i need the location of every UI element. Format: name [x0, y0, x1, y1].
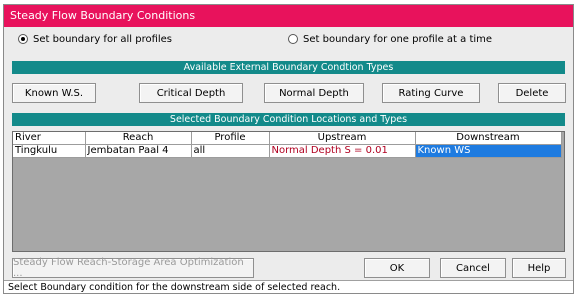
radio-one-profile[interactable]: Set boundary for one profile at a time [288, 32, 492, 46]
delete-button[interactable]: Delete [498, 83, 566, 103]
status-bar: Select Boundary condition for the downst… [4, 280, 573, 293]
title-bar: Steady Flow Boundary Conditions [4, 5, 573, 27]
column-header-profile: Profile [191, 132, 270, 145]
boundary-table: River Reach Profile Upstream Downstream … [13, 132, 562, 158]
cell-downstream[interactable]: Known WS [415, 144, 562, 158]
radio-all-profiles[interactable]: Set boundary for all profiles [18, 32, 172, 46]
cell-reach[interactable]: Jembatan Paal 4 [85, 144, 192, 158]
dialog-window: Steady Flow Boundary Conditions Set boun… [3, 4, 574, 294]
critical-depth-button[interactable]: Critical Depth [139, 83, 243, 103]
help-button[interactable]: Help [512, 258, 566, 278]
radio-all-profiles-label: Set boundary for all profiles [33, 33, 173, 45]
radio-one-profile-label: Set boundary for one profile at a time [303, 33, 493, 45]
column-header-river: River [13, 132, 86, 145]
cell-river[interactable]: Tingkulu [13, 144, 86, 158]
known-ws-button[interactable]: Known W.S. [12, 83, 96, 103]
window-title: Steady Flow Boundary Conditions [10, 9, 196, 22]
column-header-downstream: Downstream [415, 132, 562, 145]
ok-button[interactable]: OK [364, 258, 430, 278]
radio-button-icon[interactable] [288, 34, 298, 44]
radio-button-selected-icon[interactable] [18, 34, 28, 44]
locations-header: Selected Boundary Condition Locations an… [12, 113, 565, 126]
normal-depth-button[interactable]: Normal Depth [264, 83, 364, 103]
cell-upstream[interactable]: Normal Depth S = 0.01 [269, 144, 416, 158]
table-row[interactable]: Tingkulu Jembatan Paal 4 all Normal Dept… [13, 144, 562, 158]
rating-curve-button[interactable]: Rating Curve [382, 83, 480, 103]
cell-profile[interactable]: all [191, 144, 270, 158]
optimization-button[interactable]: Steady Flow Reach-Storage Area Optimizat… [12, 257, 254, 279]
column-header-upstream: Upstream [269, 132, 416, 145]
table-header-row: River Reach Profile Upstream Downstream [13, 132, 562, 145]
boundary-grid[interactable]: River Reach Profile Upstream Downstream … [12, 131, 565, 252]
column-header-reach: Reach [85, 132, 192, 145]
cancel-button[interactable]: Cancel [440, 258, 506, 278]
external-types-header: Available External Boundary Condtion Typ… [12, 61, 565, 74]
status-text: Select Boundary condition for the downst… [8, 282, 341, 293]
